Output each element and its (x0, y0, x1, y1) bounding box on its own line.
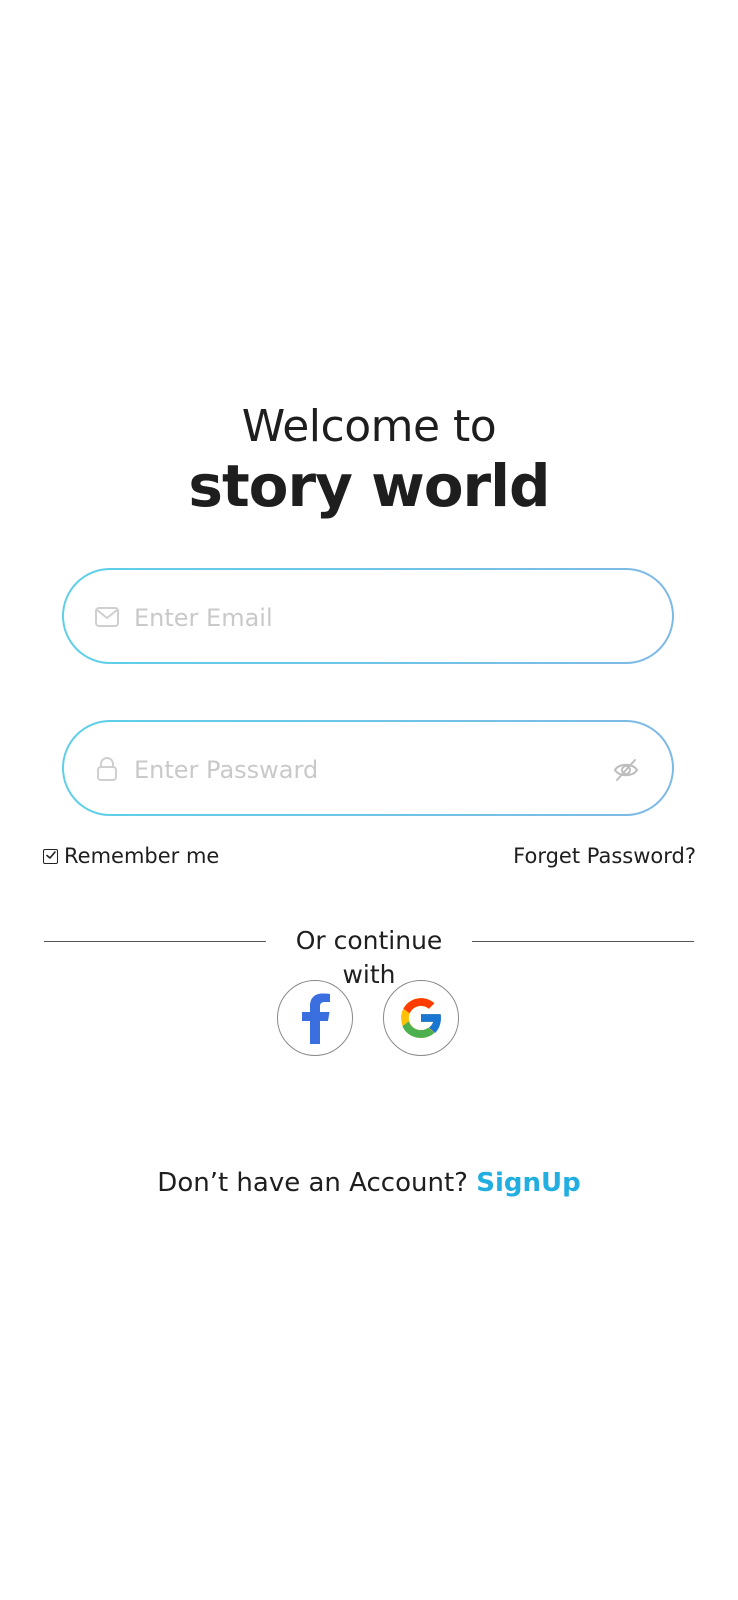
login-screen: Welcome to story world Remember me Forg (0, 0, 738, 1600)
continue-with-label: Or continue with (295, 926, 443, 989)
facebook-icon (302, 993, 330, 1044)
eye-off-icon[interactable] (612, 756, 640, 784)
google-icon (401, 998, 443, 1038)
email-input[interactable] (132, 592, 576, 644)
forget-password-link[interactable]: Forget Password? (513, 844, 696, 868)
password-field[interactable] (62, 720, 674, 816)
signup-prompt: Don’t have an Account? SignUp (0, 1168, 738, 1198)
remember-me-checkbox[interactable]: Remember me (43, 844, 219, 868)
remember-me-label: Remember me (64, 844, 220, 868)
divider-line-right (472, 941, 694, 942)
divider-line-left (44, 941, 266, 942)
welcome-heading: Welcome to (241, 401, 497, 452)
signup-link[interactable]: SignUp (476, 1168, 580, 1198)
email-field[interactable] (62, 568, 674, 664)
mail-icon (95, 607, 119, 627)
signup-prompt-text: Don’t have an Account? (157, 1168, 468, 1198)
checkbox-checked-icon[interactable] (43, 848, 58, 864)
password-input[interactable] (132, 744, 576, 796)
google-login-button[interactable] (383, 980, 459, 1056)
facebook-login-button[interactable] (277, 980, 353, 1056)
app-name-heading: story world (188, 452, 550, 520)
lock-icon (97, 757, 117, 781)
